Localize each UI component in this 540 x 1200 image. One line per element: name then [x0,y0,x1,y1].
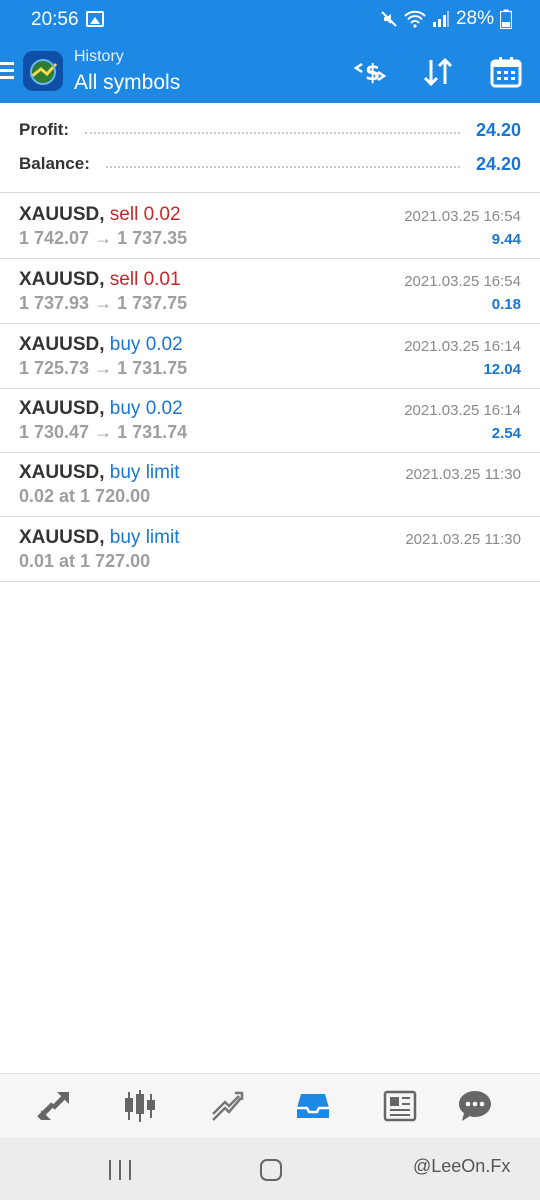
trade-action: sell 0.01 [109,269,181,290]
home-button[interactable] [260,1159,282,1181]
recent-apps-button[interactable] [109,1160,131,1180]
trade-symbol: XAUUSD, [19,334,105,355]
calendar-icon [490,57,522,88]
order-symbol: XAUUSD, [19,527,105,548]
profit-row: Profit: 24.20 [19,118,521,142]
news-icon [383,1090,417,1122]
balance-row: Balance: 24.20 [19,152,521,176]
history-icon [297,1094,329,1118]
order-detail: 0.01 at 1 727.00 [19,551,151,571]
calendar-button[interactable] [486,52,526,92]
trade-row[interactable]: XAUUSD, buy 0.02 1 730.47 → 1 731.74 202… [0,388,540,453]
trade-profit: 0.18 [491,296,521,313]
header-subtitle: History [74,48,124,65]
trade-detail: 1 730.47 → 1 731.74 [19,422,188,442]
order-time: 2021.03.25 11:30 [405,531,521,548]
profit-value: 24.20 [475,119,521,140]
status-time: 20:56 [31,9,79,30]
sort-icon [423,57,453,87]
trade-row[interactable]: XAUUSD, sell 0.01 1 737.93 → 1 737.75 20… [0,259,540,324]
bottom-nav [0,1073,540,1138]
watermark-text: @LeeOn.Fx [413,1156,511,1176]
trade-time: 2021.03.25 16:54 [404,273,521,290]
trade-profit: 12.04 [483,361,521,378]
sort-button[interactable] [418,52,458,92]
trade-detail: 1 737.93 → 1 737.75 [19,293,188,313]
chat-icon [459,1091,491,1121]
mute-icon [381,11,397,27]
deals-filter-button[interactable]: $ [350,52,390,92]
trade-profit: 9.44 [491,231,521,248]
nav-chat[interactable] [455,1086,495,1126]
order-detail: 0.02 at 1 720.00 [19,486,151,506]
trade-action: buy 0.02 [109,398,183,419]
trade-detail: 1 725.73 → 1 731.75 [19,358,188,378]
trade-symbol: XAUUSD, [19,398,105,419]
header-title[interactable]: All symbols [74,71,180,95]
order-symbol: XAUUSD, [19,462,105,483]
nav-news[interactable] [380,1086,420,1126]
wifi-icon [404,10,426,28]
nav-history[interactable] [293,1086,333,1126]
trade-row[interactable]: XAUUSD, sell 0.02 1 742.07 → 1 737.35 20… [0,194,540,259]
nav-trade[interactable] [207,1086,247,1126]
trade-symbol: XAUUSD, [19,204,105,225]
balance-value: 24.20 [475,153,521,174]
top-bar: 20:56 28% History All symbols $ [0,0,540,103]
gallery-icon [86,11,104,27]
order-action: buy limit [109,527,180,548]
deals-filter-icon: $ [353,61,387,86]
status-icons: 28% [380,8,512,30]
trade-symbol: XAUUSD, [19,269,105,290]
app-bar: History All symbols $ [0,40,540,103]
system-nav-bar: @LeeOn.Fx [0,1138,540,1200]
trade-profit: 2.54 [491,425,521,442]
summary-panel: Profit: 24.20 Balance: 24.20 [0,103,540,193]
trade-action: sell 0.02 [109,204,181,225]
divider-dots [85,132,460,134]
nav-quotes[interactable] [33,1086,73,1126]
menu-icon[interactable] [0,62,14,80]
divider-dots [105,166,460,168]
nav-chart[interactable] [120,1086,160,1126]
trade-time: 2021.03.25 16:14 [404,402,521,419]
order-action: buy limit [109,462,180,483]
trade-detail: 1 742.07 → 1 737.35 [19,228,188,248]
order-row[interactable]: XAUUSD, buy limit 0.01 at 1 727.00 2021.… [0,517,540,582]
signal-icon [432,11,449,27]
battery-icon [500,9,512,29]
trade-time: 2021.03.25 16:14 [404,338,521,355]
chart-icon [125,1090,155,1122]
profit-label: Profit: [19,120,70,139]
order-time: 2021.03.25 11:30 [405,466,521,483]
battery-percent: 28% [455,8,494,29]
app-logo [23,51,63,91]
trade-time: 2021.03.25 16:54 [404,208,521,225]
trade-icon [212,1091,244,1121]
trade-action: buy 0.02 [109,334,183,355]
quotes-icon [37,1092,69,1120]
order-row[interactable]: XAUUSD, buy limit 0.02 at 1 720.00 2021.… [0,452,540,517]
trade-row[interactable]: XAUUSD, buy 0.02 1 725.73 → 1 731.75 202… [0,324,540,389]
balance-label: Balance: [19,154,90,173]
status-bar: 20:56 28% [0,0,540,40]
